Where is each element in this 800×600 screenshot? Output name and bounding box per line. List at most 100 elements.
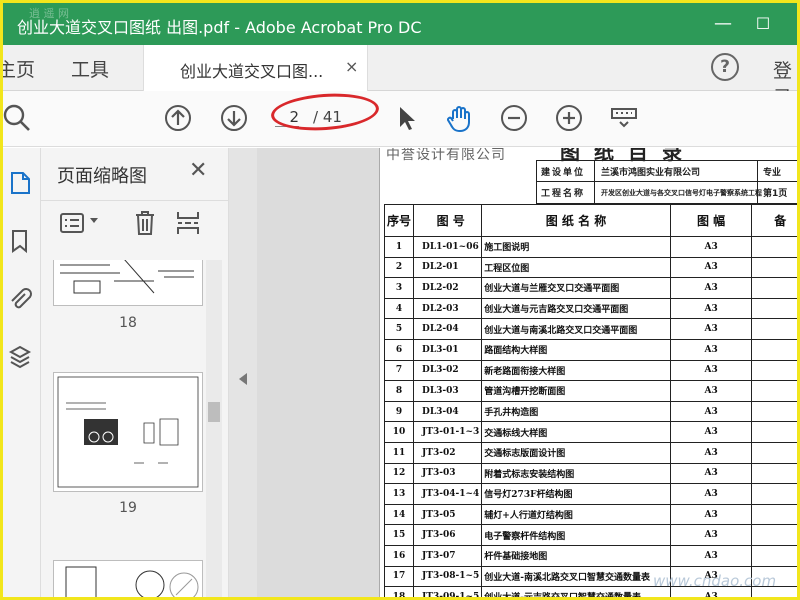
table-row: 2 DL2-01 工程区位图 A3	[383, 256, 797, 279]
table-cell	[751, 441, 797, 464]
scrollbar-thumb[interactable]	[208, 402, 220, 422]
thumbnail-scrollbar[interactable]	[206, 260, 222, 597]
table-cell: A3	[669, 524, 753, 546]
table-cell	[751, 359, 797, 382]
maximize-button[interactable]: ☐	[743, 9, 783, 39]
thumbnail-page-18[interactable]	[53, 260, 203, 306]
table-cell	[751, 400, 797, 423]
table-cell	[751, 462, 797, 485]
previous-page-icon[interactable]	[163, 103, 193, 133]
table-cell: DL2-04	[413, 318, 483, 340]
table-cell: A3	[669, 441, 753, 464]
trash-icon[interactable]	[133, 209, 157, 237]
thumbnail-page-19[interactable]	[53, 372, 203, 492]
table-cell: 6	[383, 338, 415, 361]
site-watermark: www.cndao.com	[653, 572, 777, 590]
table-row: 1 DL1-01~06 施工图说明 A3	[383, 236, 797, 258]
table-row: 15 JT3-06 电子警察杆件结构图 A3	[383, 524, 797, 546]
table-cell	[751, 277, 797, 299]
select-cursor-icon[interactable]	[391, 103, 421, 133]
options-icon[interactable]	[59, 211, 85, 235]
table-cell: 施工图说明	[481, 236, 671, 258]
table-cell: 电子警察杆件结构图	[481, 524, 671, 546]
table-cell: DL3-04	[413, 400, 483, 423]
table-cell: 8	[383, 380, 415, 402]
table-cell: 13	[383, 483, 415, 505]
help-button[interactable]: ?	[711, 53, 739, 81]
bookmarks-icon[interactable]	[7, 228, 33, 254]
table-cell: 9	[383, 400, 415, 423]
table-cell: DL2-01	[413, 256, 483, 279]
drawing-list-table: 序号 图 号 图 纸 名 称 图 幅 备 1 DL1-01~06 施工图说明 A3 2 D…	[383, 204, 797, 597]
table-cell: 16	[383, 544, 415, 567]
layers-icon[interactable]	[7, 344, 33, 370]
thumbnail-drawing	[65, 566, 199, 597]
menu-bar: 主页 工具	[3, 45, 797, 91]
zoom-out-icon[interactable]	[499, 103, 529, 133]
tools-menu[interactable]: 工具	[71, 55, 109, 82]
search-icon[interactable]	[3, 103, 33, 133]
table-cell: 17	[383, 565, 415, 588]
minimize-button[interactable]: —	[703, 9, 743, 39]
table-cell: A3	[669, 462, 753, 485]
table-cell: A3	[669, 277, 753, 299]
table-cell: A3	[669, 380, 753, 402]
attachments-icon[interactable]	[7, 286, 33, 312]
info-row: 工程名称 开发区创业大道与各交叉口信号灯电子警察系统工程 第1页	[537, 182, 797, 203]
table-row: 4 DL2-03 创业大道与元吉路交叉口交通平面图 A3	[383, 297, 797, 320]
table-cell: 创业大道与兰雁交叉口交通平面图	[481, 277, 671, 299]
table-row: 13 JT3-04-1~4 信号灯273F杆结构图 A3	[383, 483, 797, 505]
table-cell: 附着式标志安装结构图	[481, 462, 671, 485]
dropdown-arrow-icon[interactable]	[89, 217, 99, 225]
thumbnail-list: 18 19	[53, 260, 205, 597]
table-cell: 15	[383, 524, 415, 546]
column-header: 图 号	[413, 204, 483, 237]
table-cell: A3	[669, 544, 753, 567]
panel-close-button[interactable]: ✕	[189, 158, 207, 183]
page-display-icon[interactable]	[609, 103, 639, 133]
table-cell: 信号灯273F杆结构图	[481, 483, 671, 505]
table-body: 1 DL1-01~06 施工图说明 A3 2 DL2-01 工程区位图 A3 3 DL2-02 创业…	[383, 236, 797, 597]
table-cell: 1	[383, 236, 415, 258]
table-cell: A3	[669, 256, 753, 279]
table-cell	[751, 297, 797, 320]
info-row: 建设单位 兰溪市鸿图实业有限公司 专业	[537, 161, 797, 182]
table-row: 14 JT3-05 辅灯+人行道灯结构图 A3	[383, 503, 797, 526]
table-cell: JT3-01-1~3	[413, 421, 483, 443]
table-row: 5 DL2-04 创业大道与南溪北路交叉口交通平面图 A3	[383, 318, 797, 340]
table-cell: DL1-01~06	[413, 236, 483, 258]
table-cell: A3	[669, 236, 753, 258]
hand-tool-icon[interactable]	[445, 103, 475, 133]
collapse-arrow-icon[interactable]	[239, 373, 247, 385]
table-cell: JT3-09-1~5	[413, 586, 483, 597]
next-page-icon[interactable]	[219, 103, 249, 133]
table-cell: A3	[669, 318, 753, 340]
page-thumbnails-icon[interactable]	[7, 170, 33, 196]
panel-collapse-splitter[interactable]	[229, 148, 257, 597]
tab-close-button[interactable]: ×	[345, 57, 358, 76]
column-header: 序号	[383, 204, 415, 237]
table-row: 16 JT3-07 杆件基础接地图 A3	[383, 544, 797, 567]
table-cell: A3	[669, 297, 753, 320]
table-cell: DL3-02	[413, 359, 483, 382]
pdf-page: 图纸目录 中誉设计有限公司 建设单位 兰溪市鸿图实业有限公司 专业 工程名称 开…	[379, 148, 797, 597]
table-cell: DL3-03	[413, 380, 483, 402]
table-row: 12 JT3-03 附着式标志安装结构图 A3	[383, 462, 797, 485]
table-cell: JT3-02	[413, 441, 483, 464]
table-cell: A3	[669, 483, 753, 505]
column-header: 图 纸 名 称	[481, 204, 671, 237]
table-cell: A3	[669, 338, 753, 361]
table-row: 9 DL3-04 手孔井构造图 A3	[383, 400, 797, 423]
table-row: 10 JT3-01-1~3 交通标线大样图 A3	[383, 421, 797, 443]
zoom-in-icon[interactable]	[554, 103, 584, 133]
home-menu[interactable]: 主页	[3, 55, 35, 82]
page-layout-icon[interactable]	[175, 209, 201, 237]
table-cell: 10	[383, 421, 415, 443]
table-cell	[751, 318, 797, 340]
document-tab[interactable]: 创业大道交叉口图... ×	[143, 45, 368, 92]
table-cell: 5	[383, 318, 415, 340]
table-cell: JT3-05	[413, 503, 483, 526]
thumbnail-page-20[interactable]	[53, 560, 203, 597]
project-info-box: 建设单位 兰溪市鸿图实业有限公司 专业 工程名称 开发区创业大道与各交叉口信号灯…	[536, 160, 797, 204]
table-cell: JT3-03	[413, 462, 483, 485]
